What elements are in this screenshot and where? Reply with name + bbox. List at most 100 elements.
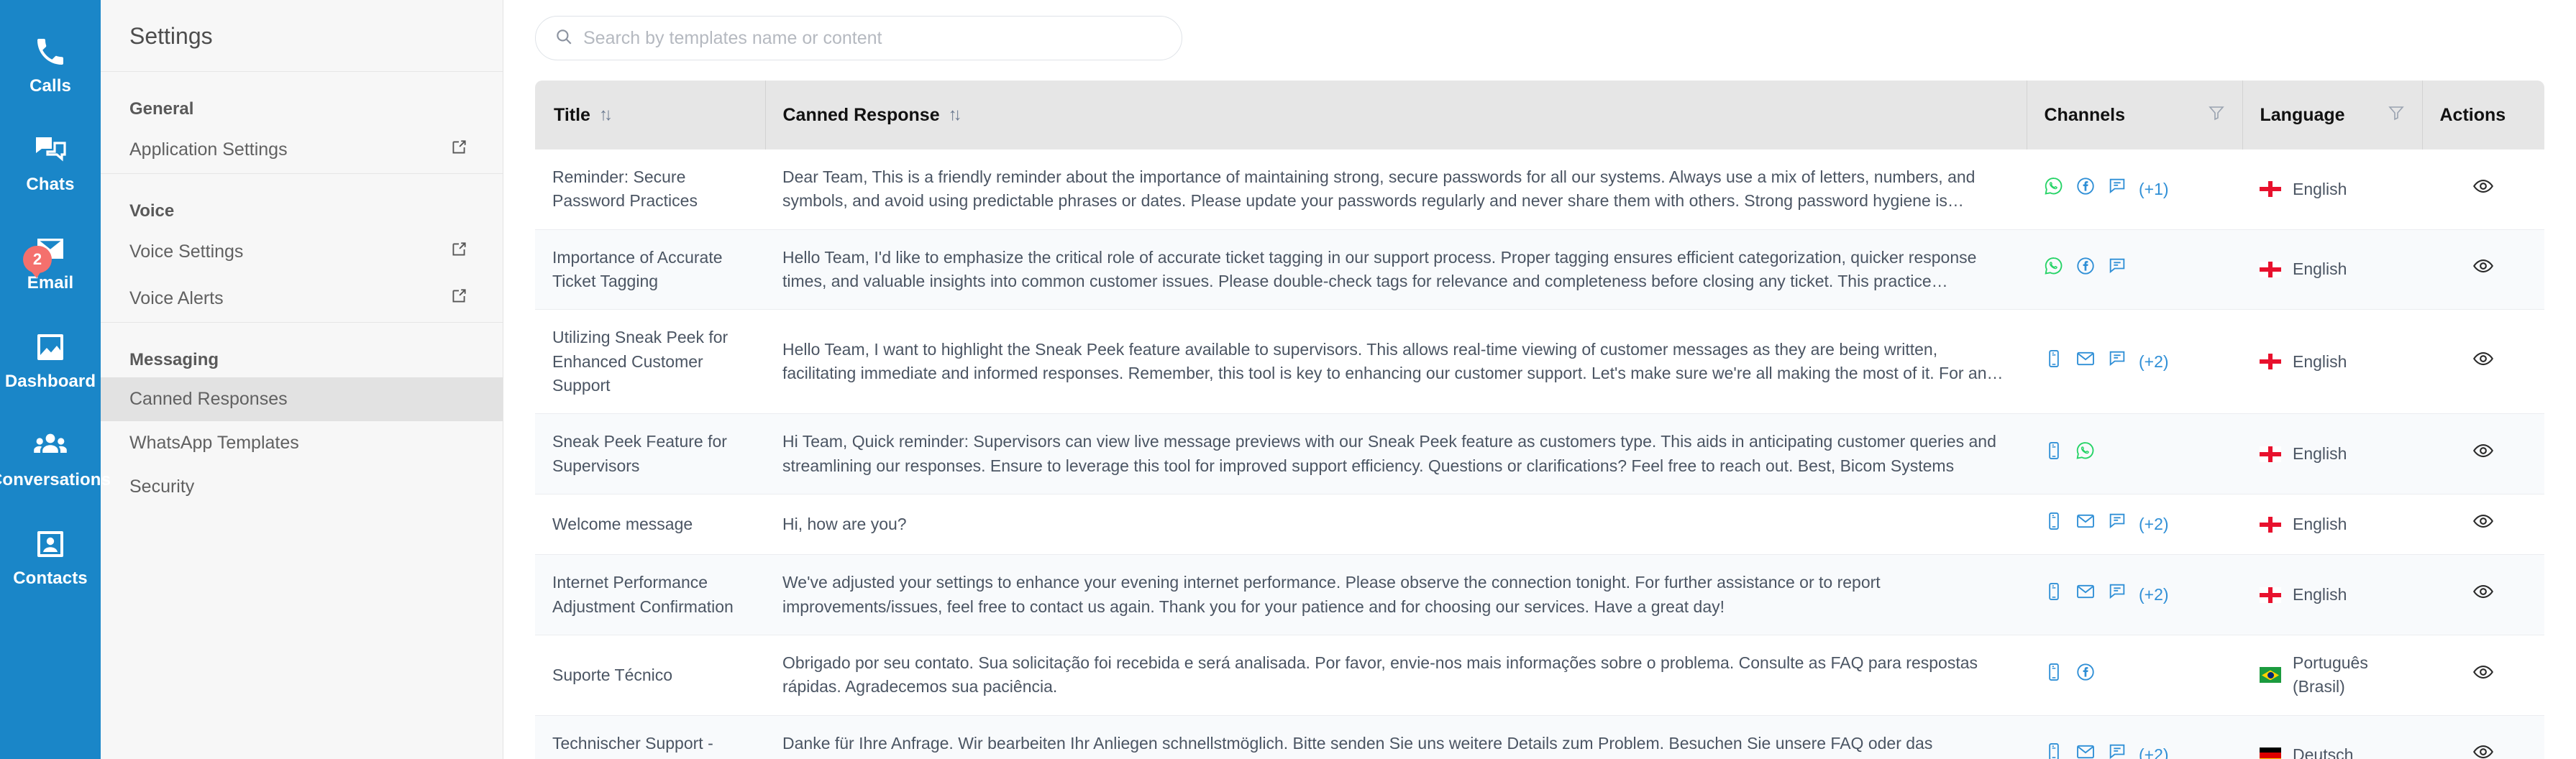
sidebar-item-canned-responses[interactable]: Canned Responses <box>101 377 503 421</box>
eye-icon[interactable] <box>2472 745 2494 759</box>
column-header-canned-response[interactable]: Canned Response ↑↓ <box>765 80 2027 150</box>
search-box[interactable] <box>535 16 1182 60</box>
cell-canned-response: Obrigado por seu contato. Sua solicitaçã… <box>765 635 2027 716</box>
primary-nav-rail: Calls Chats 2 Email Dashboard Conversati… <box>0 0 111 759</box>
channel-list <box>2044 662 2225 689</box>
channel-whatsapp-icon[interactable] <box>2044 176 2064 203</box>
table-row[interactable]: Technischer Support - Automatische Antwo… <box>535 715 2544 759</box>
channel-sms-icon[interactable] <box>2107 176 2127 203</box>
table-row[interactable]: Sneak Peek Feature for Supervisors Hi Tea… <box>535 413 2544 495</box>
channel-whatsapp-icon[interactable] <box>2044 256 2064 282</box>
table-row[interactable]: Suporte Técnico Obrigado por seu contato.… <box>535 635 2544 716</box>
eye-icon[interactable] <box>2472 351 2494 373</box>
eye-icon[interactable] <box>2472 444 2494 465</box>
section-heading: Voice <box>129 201 175 221</box>
language-value: English <box>2260 442 2405 466</box>
channel-sms-icon[interactable] <box>2107 511 2127 538</box>
cell-channels: (+1) <box>2027 150 2242 230</box>
nav-item-conversations[interactable]: Conversations <box>0 418 111 517</box>
table-row[interactable]: Utilizing Sneak Peek for Enhanced Custom… <box>535 309 2544 415</box>
sort-icon[interactable]: ↑↓ <box>949 105 962 125</box>
channel-facebook-icon[interactable] <box>2075 662 2096 689</box>
email-unread-badge: 2 <box>23 246 52 278</box>
eye-icon[interactable] <box>2472 259 2494 280</box>
channel-mobile-icon[interactable] <box>2044 511 2064 538</box>
column-header-language[interactable]: Language <box>2242 80 2423 150</box>
channel-facebook-icon[interactable] <box>2075 176 2096 203</box>
nav-item-email[interactable]: 2 Email <box>0 221 101 320</box>
filter-icon[interactable] <box>2388 104 2405 127</box>
flag-en-icon <box>2260 262 2281 278</box>
cell-actions <box>2422 309 2544 415</box>
cell-language: English <box>2242 413 2422 495</box>
sidebar-item-voice-settings[interactable]: Voice Settings <box>101 229 503 275</box>
channel-sms-icon[interactable] <box>2107 742 2127 759</box>
channels-more-count[interactable]: (+2) <box>2139 350 2169 374</box>
channel-mobile-icon[interactable] <box>2044 581 2064 608</box>
channel-email-icon[interactable] <box>2075 581 2096 608</box>
table-row[interactable]: Welcome message Hi, how are you? (+2) Engli… <box>535 494 2544 556</box>
language-label: English <box>2293 351 2347 371</box>
sidebar-item-security[interactable]: Security <box>101 465 503 509</box>
channel-facebook-icon[interactable] <box>2075 256 2096 282</box>
section-heading: Messaging <box>129 350 219 369</box>
search-input[interactable] <box>583 27 1163 49</box>
eye-icon[interactable] <box>2472 665 2494 686</box>
column-header-channels[interactable]: Channels <box>2027 80 2243 150</box>
nav-item-chats[interactable]: Chats <box>0 123 101 221</box>
response-text: Hi Team, Quick reminder: Supervisors can… <box>782 432 1996 475</box>
cell-title: Technischer Support - Automatische Antwo… <box>535 715 765 759</box>
sidebar-item-voice-alerts[interactable]: Voice Alerts <box>101 275 503 322</box>
channel-email-icon[interactable] <box>2075 349 2096 375</box>
channel-whatsapp-icon[interactable] <box>2075 441 2096 467</box>
channel-sms-icon[interactable] <box>2107 349 2127 375</box>
cell-canned-response: Hello Team, I want to highlight the Snea… <box>765 309 2027 415</box>
language-label: English <box>2293 515 2347 534</box>
language-label: Português (Brasil) <box>2293 653 2368 696</box>
nav-item-dashboard[interactable]: Dashboard <box>0 320 101 418</box>
cell-language: English <box>2242 554 2422 636</box>
column-header-title[interactable]: Title ↑↓ <box>535 80 766 150</box>
contact-card-icon <box>32 525 69 563</box>
cell-channels: (+2) <box>2027 715 2242 759</box>
cell-language: Português (Brasil) <box>2242 635 2422 716</box>
sort-icon[interactable]: ↑↓ <box>599 105 613 125</box>
nav-item-calls[interactable]: Calls <box>0 24 101 123</box>
channel-sms-icon[interactable] <box>2107 581 2127 608</box>
cell-title: Internet Performance Adjustment Confirma… <box>535 554 765 636</box>
app-root: Calls Chats 2 Email Dashboard Conversati… <box>0 0 2576 759</box>
channels-more-count[interactable]: (+2) <box>2139 512 2169 536</box>
sidebar-item-label: Security <box>129 477 195 497</box>
eye-icon[interactable] <box>2472 179 2494 201</box>
channel-mobile-icon[interactable] <box>2044 742 2064 759</box>
channels-more-count[interactable]: (+2) <box>2139 583 2169 607</box>
channel-email-icon[interactable] <box>2075 742 2096 759</box>
filter-icon[interactable] <box>2208 104 2225 127</box>
column-label: Language <box>2260 104 2345 125</box>
nav-item-contacts[interactable]: Contacts <box>0 517 101 615</box>
eye-icon[interactable] <box>2472 585 2494 606</box>
cell-actions <box>2422 715 2544 759</box>
cell-actions <box>2422 494 2544 556</box>
sidebar-item-label: Canned Responses <box>129 389 288 409</box>
chat-bubbles-icon <box>32 132 69 169</box>
channel-sms-icon[interactable] <box>2107 256 2127 282</box>
cell-title: Suporte Técnico <box>535 635 765 716</box>
sidebar-item-application-settings[interactable]: Application Settings <box>101 126 503 173</box>
table-row[interactable]: Importance of Accurate Ticket Tagging Hel… <box>535 229 2544 310</box>
eye-icon[interactable] <box>2472 515 2494 535</box>
search-icon <box>554 27 573 50</box>
phone-icon <box>32 33 69 70</box>
cell-channels: (+2) <box>2027 494 2242 556</box>
channel-email-icon[interactable] <box>2075 511 2096 538</box>
channel-mobile-icon[interactable] <box>2044 662 2064 689</box>
table-row[interactable]: Reminder: Secure Password Practices Dear … <box>535 150 2544 230</box>
channel-mobile-icon[interactable] <box>2044 441 2064 467</box>
sidebar-item-whatsapp-templates[interactable]: WhatsApp Templates <box>101 421 503 465</box>
channels-more-count[interactable]: (+1) <box>2139 178 2169 201</box>
settings-section-voice: Voice Voice Settings Voice Alerts <box>101 174 503 322</box>
channels-more-count[interactable]: (+2) <box>2139 743 2169 759</box>
channel-mobile-icon[interactable] <box>2044 349 2064 375</box>
nav-label: Dashboard <box>4 372 96 391</box>
table-row[interactable]: Internet Performance Adjustment Confirma… <box>535 554 2544 636</box>
